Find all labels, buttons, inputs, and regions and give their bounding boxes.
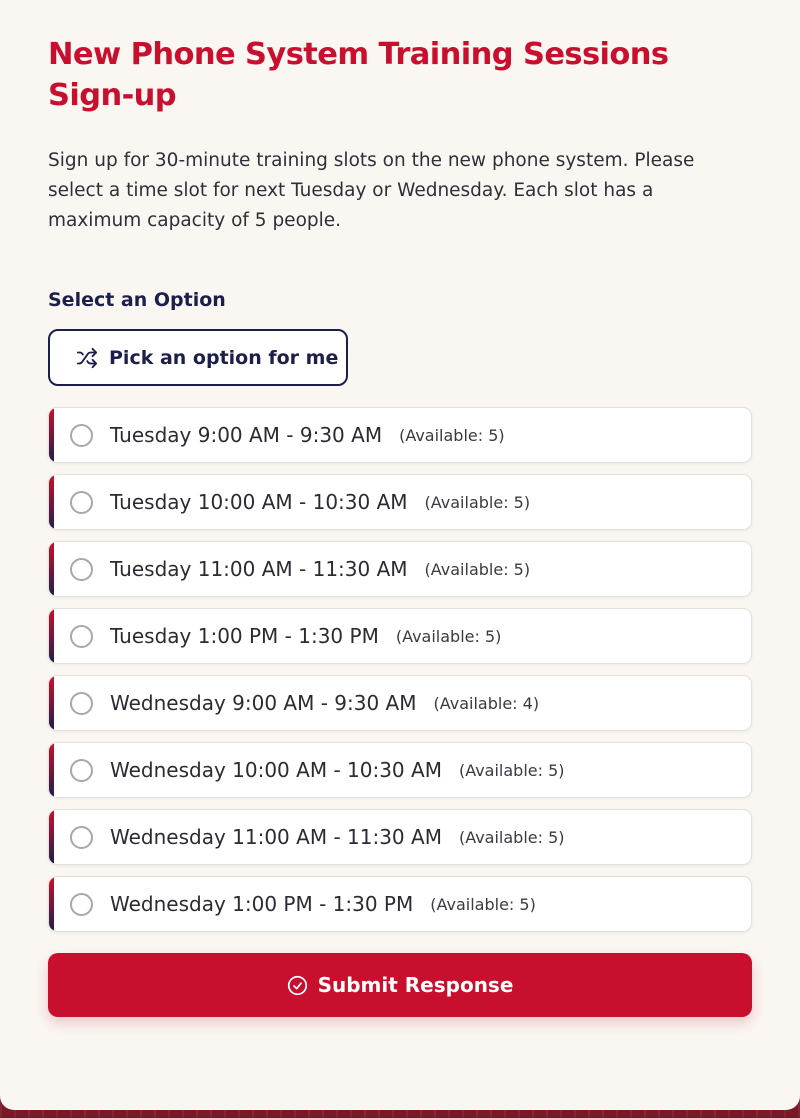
option-label: Tuesday 9:00 AM - 9:30 AM <box>110 423 383 447</box>
radio-button[interactable] <box>70 557 93 581</box>
option-list: Tuesday 9:00 AM - 9:30 AM (Available: 5)… <box>48 407 752 932</box>
page-title: New Phone System Training Sessions Sign-… <box>48 37 669 113</box>
shuffle-icon <box>76 347 98 368</box>
option-label: Wednesday 10:00 AM - 10:30 AM <box>110 758 442 782</box>
option-label: Tuesday 10:00 AM - 10:30 AM <box>110 490 408 514</box>
option-tuesday-1100[interactable]: Tuesday 11:00 AM - 11:30 AM (Available: … <box>48 541 752 597</box>
option-label: Wednesday 1:00 PM - 1:30 PM <box>110 892 414 916</box>
option-label: Tuesday 1:00 PM - 1:30 PM <box>110 624 379 648</box>
submit-button-label: Submit Response <box>317 973 514 997</box>
check-circle-icon <box>287 975 307 995</box>
radio-button[interactable] <box>70 825 93 849</box>
option-availability: (Available: 4) <box>433 693 540 713</box>
option-wednesday-1100[interactable]: Wednesday 11:00 AM - 11:30 AM (Available… <box>48 809 752 865</box>
option-wednesday-1000[interactable]: Wednesday 10:00 AM - 10:30 AM (Available… <box>48 742 752 798</box>
option-availability: (Available: 5) <box>430 894 536 914</box>
option-accent-bar <box>49 542 54 596</box>
radio-button[interactable] <box>70 758 93 782</box>
form-card: New Phone System Training Sessions Sign-… <box>0 0 800 1110</box>
field-label: Select an Option <box>48 289 226 311</box>
option-tuesday-1300[interactable]: Tuesday 1:00 PM - 1:30 PM (Available: 5) <box>48 608 752 664</box>
radio-button[interactable] <box>70 892 93 916</box>
option-availability: (Available: 5) <box>424 559 531 579</box>
radio-button[interactable] <box>70 423 93 447</box>
option-accent-bar <box>49 743 54 797</box>
option-label: Wednesday 9:00 AM - 9:30 AM <box>110 691 417 715</box>
option-label: Tuesday 11:00 AM - 11:30 AM <box>110 557 408 581</box>
option-availability: (Available: 5) <box>424 492 531 512</box>
form-description: Sign up for 30-minute training slots on … <box>48 150 695 231</box>
option-wednesday-1300[interactable]: Wednesday 1:00 PM - 1:30 PM (Available: … <box>48 876 752 932</box>
option-accent-bar <box>49 408 54 462</box>
option-availability: (Available: 5) <box>399 425 505 445</box>
option-availability: (Available: 5) <box>458 827 565 847</box>
option-accent-bar <box>49 609 54 663</box>
option-wednesday-0900[interactable]: Wednesday 9:00 AM - 9:30 AM (Available: … <box>48 675 752 731</box>
option-availability: (Available: 5) <box>395 626 502 646</box>
option-accent-bar <box>49 877 54 931</box>
option-availability: (Available: 5) <box>458 760 565 780</box>
option-accent-bar <box>49 676 54 730</box>
option-tuesday-0900[interactable]: Tuesday 9:00 AM - 9:30 AM (Available: 5) <box>48 407 752 463</box>
radio-button[interactable] <box>70 490 93 514</box>
option-tuesday-1000[interactable]: Tuesday 10:00 AM - 10:30 AM (Available: … <box>48 474 752 530</box>
pick-option-button[interactable]: Pick an option for me <box>48 329 348 386</box>
radio-button[interactable] <box>70 691 93 715</box>
option-accent-bar <box>49 475 54 529</box>
radio-button[interactable] <box>70 624 93 648</box>
pick-option-button-label: Pick an option for me <box>109 346 339 369</box>
option-label: Wednesday 11:00 AM - 11:30 AM <box>110 825 442 849</box>
option-accent-bar <box>49 810 54 864</box>
submit-button[interactable]: Submit Response <box>48 953 752 1017</box>
